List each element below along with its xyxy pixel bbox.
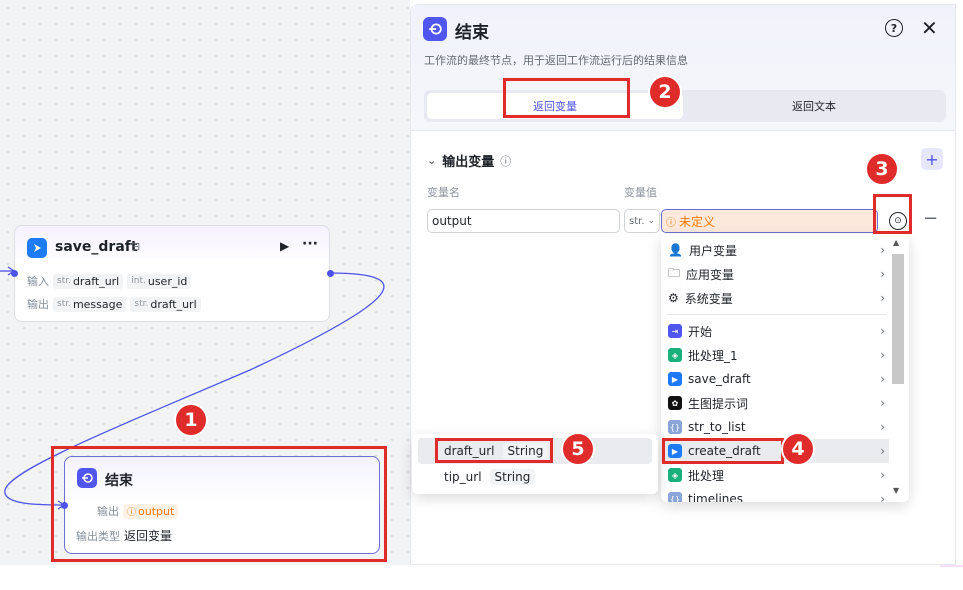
chevron-right-icon: › xyxy=(880,348,885,362)
panel-title: 结束 xyxy=(455,23,489,43)
panel-description: 工作流的最终节点，用于返回工作流运行后的结果信息 xyxy=(424,54,688,67)
help-icon[interactable]: ? xyxy=(885,19,903,37)
chevron-right-icon: › xyxy=(880,492,885,502)
input-port[interactable] xyxy=(11,270,18,277)
close-icon[interactable]: ✕ xyxy=(921,16,938,40)
bottom-strip xyxy=(0,565,963,590)
start-node-icon: ⇥ xyxy=(668,324,682,338)
add-variable-button[interactable]: + xyxy=(921,148,943,170)
column-name-label: 变量名 xyxy=(427,186,460,199)
scrollbar-thumb[interactable] xyxy=(892,254,904,384)
annotation-box-4 xyxy=(662,438,784,464)
submenu-item[interactable]: tip_url String xyxy=(418,464,652,490)
variable-name: tip_url xyxy=(444,470,482,484)
dropdown-item[interactable]: {} str_to_list › xyxy=(661,415,889,439)
plugin-badge-icon: ⊟ xyxy=(131,240,141,253)
gear-icon: ⚙ xyxy=(668,291,679,305)
chevron-right-icon: › xyxy=(880,243,885,257)
input-label: 输入 xyxy=(27,275,49,288)
output-label: 输出 xyxy=(27,298,49,311)
scrollbar[interactable]: ▲ ▼ xyxy=(890,238,906,498)
variable-type-select[interactable]: str. ⌄ xyxy=(624,209,660,233)
chevron-right-icon: › xyxy=(880,444,885,458)
annotation-badge-5: 5 xyxy=(561,432,595,466)
annotation-badge-2: 2 xyxy=(648,75,682,109)
dropdown-item[interactable]: ◈ 批处理 › xyxy=(661,463,889,487)
chevron-down-icon[interactable]: ⌄ xyxy=(427,154,436,167)
dropdown-item[interactable]: ⇥ 开始 › xyxy=(661,319,889,343)
annotation-badge-1: 1 xyxy=(174,403,208,437)
end-node-icon xyxy=(423,17,447,41)
chevron-right-icon: › xyxy=(880,420,885,434)
tab-return-text[interactable]: 返回文本 xyxy=(686,93,942,119)
annotation-box-5 xyxy=(435,438,553,463)
input-tag: int. user_id xyxy=(127,273,192,289)
dropdown-item[interactable]: {} timelines › xyxy=(661,487,889,502)
divider xyxy=(667,314,887,315)
warning-icon: ⓘ xyxy=(666,217,676,229)
annotation-box-1 xyxy=(51,446,387,562)
output-tag: str. message xyxy=(53,296,127,312)
output-section-header[interactable]: ⌄ 输出变量 ⓘ xyxy=(427,151,511,170)
chevron-right-icon: › xyxy=(880,324,885,338)
dropdown-item[interactable]: ⚙ 系统变量 › xyxy=(661,286,889,310)
code-icon: {} xyxy=(668,492,682,502)
annotation-badge-4: 4 xyxy=(781,432,815,466)
value-text: 未定义 xyxy=(679,214,716,229)
run-icon[interactable]: ▶ xyxy=(280,239,289,253)
plugin-icon xyxy=(27,238,47,258)
chevron-right-icon: › xyxy=(880,396,885,410)
more-icon[interactable]: ··· xyxy=(302,236,318,252)
chevron-right-icon: › xyxy=(880,267,885,281)
dropdown-item[interactable]: 👤 用户变量 › xyxy=(661,238,889,262)
panel-header: 结束 ? ✕ 工作流的最终节点，用于返回工作流运行后的结果信息 返回变量 返回文… xyxy=(411,5,955,131)
annotation-badge-3: 3 xyxy=(865,152,899,186)
input-row: 输入 str. draft_url int. user_id xyxy=(27,273,192,289)
output-row: 输出 str. message str. draft_url xyxy=(27,296,201,312)
edge-mark xyxy=(940,565,963,567)
section-title: 输出变量 xyxy=(442,155,495,170)
code-icon: {} xyxy=(668,420,682,434)
column-value-label: 变量值 xyxy=(624,186,657,199)
dropdown-item[interactable]: ◈ 批处理_1 › xyxy=(661,343,889,367)
save-draft-node[interactable]: save_draft ⊟ ▶ ··· 输入 str. draft_url int.… xyxy=(11,225,334,322)
chevron-right-icon: › xyxy=(880,291,885,305)
node-title: save_draft xyxy=(55,239,138,255)
chevron-right-icon: › xyxy=(880,372,885,386)
plugin-icon: ▶ xyxy=(668,372,682,386)
variable-name-input[interactable]: output xyxy=(427,209,620,233)
chevron-right-icon: › xyxy=(880,468,885,482)
type-value: str. xyxy=(629,215,645,227)
info-icon[interactable]: ⓘ xyxy=(500,153,511,169)
batch-icon: ◈ xyxy=(668,468,682,482)
variable-value-input[interactable]: ⓘ 未定义 xyxy=(661,209,878,233)
scroll-down-icon: ▼ xyxy=(893,486,900,495)
remove-variable-button[interactable]: − xyxy=(923,208,938,229)
annotation-box-3 xyxy=(873,194,912,234)
user-icon: 👤 xyxy=(668,243,683,257)
batch-icon: ◈ xyxy=(668,348,682,362)
dropdown-item[interactable]: 🗀 应用变量 › xyxy=(661,262,889,286)
dropdown-item[interactable]: ✿ 生图提示词 › xyxy=(661,391,889,415)
input-tag: str. draft_url xyxy=(53,273,124,289)
llm-icon: ✿ xyxy=(668,396,682,410)
output-port[interactable] xyxy=(327,270,334,277)
folder-icon: 🗀 xyxy=(668,265,681,280)
annotation-box-2 xyxy=(503,78,630,118)
dropdown-item[interactable]: ▶ save_draft › xyxy=(661,367,889,391)
output-tag: str. draft_url xyxy=(130,296,201,312)
variable-type-tag: String xyxy=(489,469,536,485)
chevron-down-icon: ⌄ xyxy=(647,216,656,226)
scroll-up-icon: ▲ xyxy=(893,238,900,247)
